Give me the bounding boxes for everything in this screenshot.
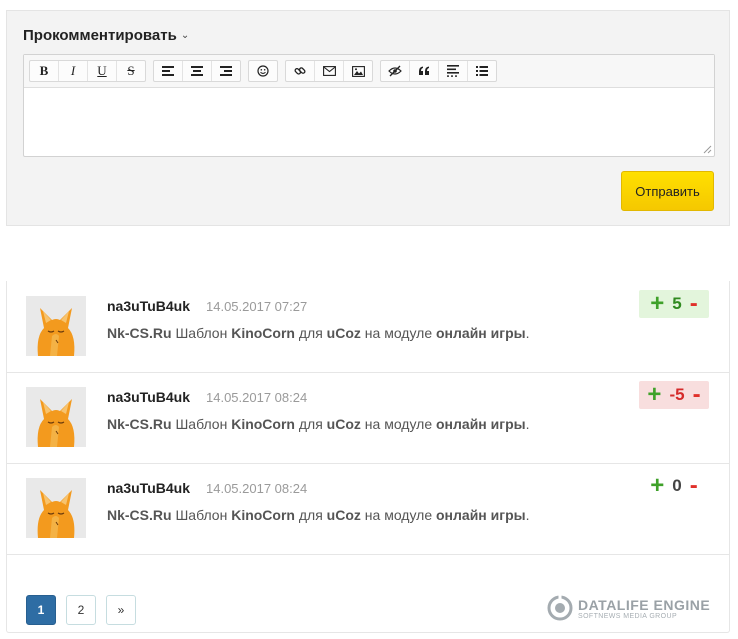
avatar[interactable] <box>26 296 86 356</box>
image-icon <box>351 65 365 77</box>
dle-logo-icon <box>547 595 573 621</box>
cat-avatar-icon <box>26 296 86 356</box>
comment-form-panel: Прокомментировать ⌄ B I U S Отправить <box>6 10 730 226</box>
next-page-button[interactable]: » <box>106 595 136 625</box>
rate-up-button[interactable]: + <box>650 292 664 316</box>
align-center-icon <box>191 66 203 76</box>
comment-author[interactable]: na3uTuB4uk <box>107 480 190 496</box>
dle-logo-subtitle: SOFTNEWS MEDIA GROUP <box>578 612 678 620</box>
rating-box: + -5 - <box>639 381 709 409</box>
smiley-button[interactable] <box>249 61 277 81</box>
strikethrough-button[interactable]: S <box>117 61 145 81</box>
comment-author[interactable]: na3uTuB4uk <box>107 389 190 405</box>
cat-avatar-icon <box>26 478 86 538</box>
bold-button[interactable]: B <box>30 61 59 81</box>
resize-handle-icon[interactable] <box>703 145 712 154</box>
align-left-icon <box>162 66 174 76</box>
quote-icon <box>419 66 429 75</box>
comment-item: na3uTuB4uk 14.05.2017 07:27 Nk-CS.Ru Шаб… <box>7 281 729 373</box>
cat-avatar-icon <box>26 387 86 447</box>
page-2-button[interactable]: 2 <box>66 595 96 625</box>
italic-button[interactable]: I <box>59 61 88 81</box>
spoiler-button[interactable] <box>439 61 468 81</box>
align-right-icon <box>220 66 232 76</box>
comment-date: 14.05.2017 08:24 <box>206 481 308 496</box>
smiley-icon <box>257 65 269 77</box>
comment-form-toggle[interactable]: Прокомментировать ⌄ <box>23 27 189 44</box>
list-icon <box>476 66 488 76</box>
link-icon <box>294 67 306 75</box>
rating-box: + 5 - <box>639 290 709 318</box>
link-button[interactable] <box>286 61 315 81</box>
email-button[interactable] <box>315 61 344 81</box>
comment-item: na3uTuB4uk 14.05.2017 08:24 Nk-CS.Ru Шаб… <box>7 372 729 464</box>
rate-down-button[interactable]: - <box>690 474 698 498</box>
page-1-button[interactable]: 1 <box>26 595 56 625</box>
rating-box: + 0 - <box>639 472 709 500</box>
datalife-engine-logo[interactable]: DATALIFE ENGINE SOFTNEWS MEDIA GROUP <box>547 595 710 621</box>
rate-up-button[interactable]: + <box>650 474 664 498</box>
rating-value: 0 <box>672 476 682 495</box>
chevron-down-icon: ⌄ <box>180 30 190 41</box>
align-right-button[interactable] <box>212 61 240 81</box>
email-icon <box>322 66 336 76</box>
hide-button[interactable] <box>381 61 410 81</box>
quote-button[interactable] <box>410 61 439 81</box>
avatar[interactable] <box>26 478 86 538</box>
spoiler-icon <box>447 65 459 77</box>
comment-editor: B I U S <box>23 54 715 157</box>
rating-value: 5 <box>672 294 682 313</box>
rating-value: -5 <box>669 385 685 404</box>
align-center-button[interactable] <box>183 61 212 81</box>
rate-up-button[interactable]: + <box>647 383 661 407</box>
dle-logo-title: DATALIFE ENGINE <box>578 596 711 613</box>
align-left-button[interactable] <box>154 61 183 81</box>
hide-icon <box>388 65 402 77</box>
comment-form-title: Прокомментировать <box>23 27 177 44</box>
comment-text: Nk-CS.Ru Шаблон KinoCorn для uCoz на мод… <box>107 416 530 432</box>
comment-item: na3uTuB4uk 14.05.2017 08:24 Nk-CS.Ru Шаб… <box>7 463 729 555</box>
rate-down-button[interactable]: - <box>693 383 701 407</box>
pagination: 1 2 » <box>26 595 136 625</box>
avatar[interactable] <box>26 387 86 447</box>
editor-toolbar: B I U S <box>24 55 714 88</box>
comment-date: 14.05.2017 07:27 <box>206 299 308 314</box>
comments-list: na3uTuB4uk 14.05.2017 07:27 Nk-CS.Ru Шаб… <box>6 281 730 633</box>
submit-button[interactable]: Отправить <box>621 171 714 211</box>
rate-down-button[interactable]: - <box>690 292 698 316</box>
comment-author[interactable]: na3uTuB4uk <box>107 298 190 314</box>
comment-text: Nk-CS.Ru Шаблон KinoCorn для uCoz на мод… <box>107 507 530 523</box>
comment-textarea[interactable] <box>24 88 714 156</box>
underline-button[interactable]: U <box>88 61 117 81</box>
comment-text: Nk-CS.Ru Шаблон KinoCorn для uCoz на мод… <box>107 325 530 341</box>
comment-date: 14.05.2017 08:24 <box>206 390 308 405</box>
list-button[interactable] <box>468 61 496 81</box>
image-button[interactable] <box>344 61 372 81</box>
